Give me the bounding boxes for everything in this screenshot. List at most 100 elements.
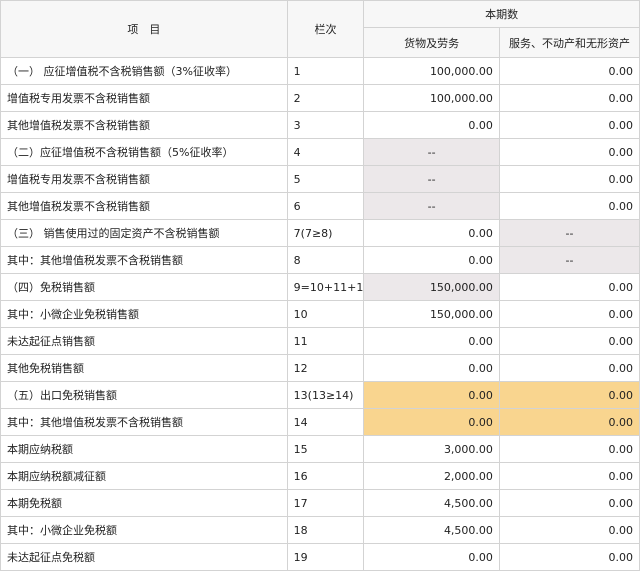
services-value-cell[interactable]: 0.00: [498, 111, 640, 139]
services-value-cell[interactable]: 0.00: [498, 300, 640, 328]
services-value-cell[interactable]: 0.00: [498, 165, 640, 193]
goods-value-cell[interactable]: 100,000.00: [363, 57, 500, 85]
services-value-cell[interactable]: 0.00: [498, 327, 640, 355]
row-line-no: 6: [286, 192, 365, 220]
row-line-no: 19: [286, 543, 365, 571]
services-value-cell[interactable]: 0.00: [498, 192, 640, 220]
table-row: 其中：其他增值税发票不含税销售额 14 0.00 0.00: [0, 408, 640, 436]
row-line-no: 3: [286, 111, 365, 139]
row-item: 本期免税额: [0, 489, 288, 517]
row-line-no: 17: [286, 489, 365, 517]
goods-value-cell[interactable]: 0.00: [363, 219, 500, 247]
header-current-period: 本期数: [363, 0, 640, 28]
row-item: 本期应纳税额减征额: [0, 462, 288, 490]
table-row: 未达起征点免税额 19 0.00 0.00: [0, 543, 640, 571]
row-item: 本期应纳税额: [0, 435, 288, 463]
table-row: （二）应征增值税不含税销售额（5%征收率） 4 -- 0.00: [0, 138, 640, 166]
row-item: （三） 销售使用过的固定资产不含税销售额: [0, 219, 288, 247]
services-value-cell[interactable]: 0.00: [498, 354, 640, 382]
vat-return-table: 项 目 栏次 本期数 货物及劳务 服务、不动产和无形资产 （一） 应征增值税不含…: [0, 0, 640, 571]
goods-disabled-cell: --: [363, 192, 500, 220]
table-row: （一） 应征增值税不含税销售额（3%征收率） 1 100,000.00 0.00: [0, 57, 640, 85]
goods-computed-cell: 150,000.00: [363, 273, 500, 301]
row-line-no: 10: [286, 300, 365, 328]
row-item: 其他增值税发票不含税销售额: [0, 111, 288, 139]
services-value-cell[interactable]: 0.00: [498, 57, 640, 85]
row-line-no: 1: [286, 57, 365, 85]
goods-disabled-cell: --: [363, 165, 500, 193]
row-line-no: 5: [286, 165, 365, 193]
services-disabled-cell: --: [498, 219, 640, 247]
goods-value-cell[interactable]: 0.00: [363, 354, 500, 382]
table-row: （五）出口免税销售额 13(13≥14) 0.00 0.00: [0, 381, 640, 409]
goods-highlighted-cell[interactable]: 0.00: [363, 408, 500, 436]
row-line-no: 2: [286, 84, 365, 112]
row-line-no: 13(13≥14): [286, 381, 365, 409]
table-row: 增值税专用发票不含税销售额 5 -- 0.00: [0, 165, 640, 193]
table-row: （三） 销售使用过的固定资产不含税销售额 7(7≥8) 0.00 --: [0, 219, 640, 247]
row-line-no: 7(7≥8): [286, 219, 365, 247]
goods-disabled-cell: --: [363, 138, 500, 166]
row-line-no: 16: [286, 462, 365, 490]
row-line-no: 15: [286, 435, 365, 463]
services-value-cell[interactable]: 0.00: [498, 516, 640, 544]
goods-value-cell[interactable]: 0.00: [363, 246, 500, 274]
table-row: 增值税专用发票不含税销售额 2 100,000.00 0.00: [0, 84, 640, 112]
services-highlighted-cell[interactable]: 0.00: [498, 408, 640, 436]
goods-value-cell[interactable]: 0.00: [363, 111, 500, 139]
goods-value-cell[interactable]: 0.00: [363, 543, 500, 571]
row-line-no: 9=10+11+12: [286, 273, 365, 301]
services-value-cell[interactable]: 0.00: [498, 462, 640, 490]
goods-value-cell[interactable]: 0.00: [363, 327, 500, 355]
goods-highlighted-cell[interactable]: 0.00: [363, 381, 500, 409]
row-item: 其他增值税发票不含税销售额: [0, 192, 288, 220]
services-value-cell[interactable]: 0.00: [498, 543, 640, 571]
row-line-no: 4: [286, 138, 365, 166]
goods-value-cell[interactable]: 150,000.00: [363, 300, 500, 328]
header-services: 服务、不动产和无形资产: [498, 27, 640, 58]
row-line-no: 12: [286, 354, 365, 382]
row-item: （二）应征增值税不含税销售额（5%征收率）: [0, 138, 288, 166]
row-item: 其他免税销售额: [0, 354, 288, 382]
goods-value-cell[interactable]: 4,500.00: [363, 489, 500, 517]
table-row: 本期应纳税额 15 3,000.00 0.00: [0, 435, 640, 463]
row-item: （五）出口免税销售额: [0, 381, 288, 409]
row-item: 未达起征点免税额: [0, 543, 288, 571]
row-item: 其中：小微企业免税销售额: [0, 300, 288, 328]
services-value-cell[interactable]: 0.00: [498, 138, 640, 166]
table-row: 其他增值税发票不含税销售额 6 -- 0.00: [0, 192, 640, 220]
table-row: 其中：小微企业免税额 18 4,500.00 0.00: [0, 516, 640, 544]
row-line-no: 11: [286, 327, 365, 355]
row-line-no: 14: [286, 408, 365, 436]
header-row-1: 项 目 栏次 本期数: [0, 0, 640, 58]
goods-value-cell[interactable]: 3,000.00: [363, 435, 500, 463]
header-goods: 货物及劳务: [363, 27, 500, 58]
row-line-no: 18: [286, 516, 365, 544]
row-item: 未达起征点销售额: [0, 327, 288, 355]
row-item: 增值税专用发票不含税销售额: [0, 165, 288, 193]
services-value-cell[interactable]: 0.00: [498, 273, 640, 301]
services-value-cell[interactable]: 0.00: [498, 435, 640, 463]
table-row: 本期应纳税额减征额 16 2,000.00 0.00: [0, 462, 640, 490]
table-row: 其他增值税发票不含税销售额 3 0.00 0.00: [0, 111, 640, 139]
table-row: 本期免税额 17 4,500.00 0.00: [0, 489, 640, 517]
goods-value-cell[interactable]: 100,000.00: [363, 84, 500, 112]
row-item: （四）免税销售额: [0, 273, 288, 301]
services-value-cell[interactable]: 0.00: [498, 489, 640, 517]
row-item: 其中：其他增值税发票不含税销售额: [0, 246, 288, 274]
services-highlighted-cell[interactable]: 0.00: [498, 381, 640, 409]
row-item: 其中：其他增值税发票不含税销售额: [0, 408, 288, 436]
goods-value-cell[interactable]: 4,500.00: [363, 516, 500, 544]
table-row: 其他免税销售额 12 0.00 0.00: [0, 354, 640, 382]
table-row: 其中：小微企业免税销售额 10 150,000.00 0.00: [0, 300, 640, 328]
goods-value-cell[interactable]: 2,000.00: [363, 462, 500, 490]
header-item: 项 目: [0, 0, 288, 58]
table-row: 未达起征点销售额 11 0.00 0.00: [0, 327, 640, 355]
header-line-no: 栏次: [286, 0, 365, 58]
table-row: （四）免税销售额 9=10+11+12 150,000.00 0.00: [0, 273, 640, 301]
services-value-cell[interactable]: 0.00: [498, 84, 640, 112]
row-item: （一） 应征增值税不含税销售额（3%征收率）: [0, 57, 288, 85]
row-item: 增值税专用发票不含税销售额: [0, 84, 288, 112]
table-row: 其中：其他增值税发票不含税销售额 8 0.00 --: [0, 246, 640, 274]
services-disabled-cell: --: [498, 246, 640, 274]
